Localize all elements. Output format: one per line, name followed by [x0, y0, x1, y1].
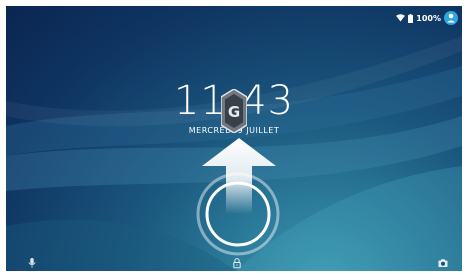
unlock-handle[interactable]	[196, 172, 280, 256]
wifi-icon	[396, 14, 406, 22]
lock-screen: 100% 11:43 MERCREDI 9 JUILLET G	[6, 6, 462, 271]
account-icon[interactable]	[444, 11, 458, 25]
battery-percent: 100%	[416, 13, 441, 23]
camera-icon[interactable]	[437, 257, 449, 269]
microphone-icon[interactable]	[26, 257, 38, 269]
battery-icon	[408, 13, 414, 23]
watermark-logo: G	[221, 89, 247, 133]
status-bar: 100%	[396, 9, 458, 27]
lock-icon	[233, 258, 241, 269]
svg-text:G: G	[228, 103, 240, 121]
